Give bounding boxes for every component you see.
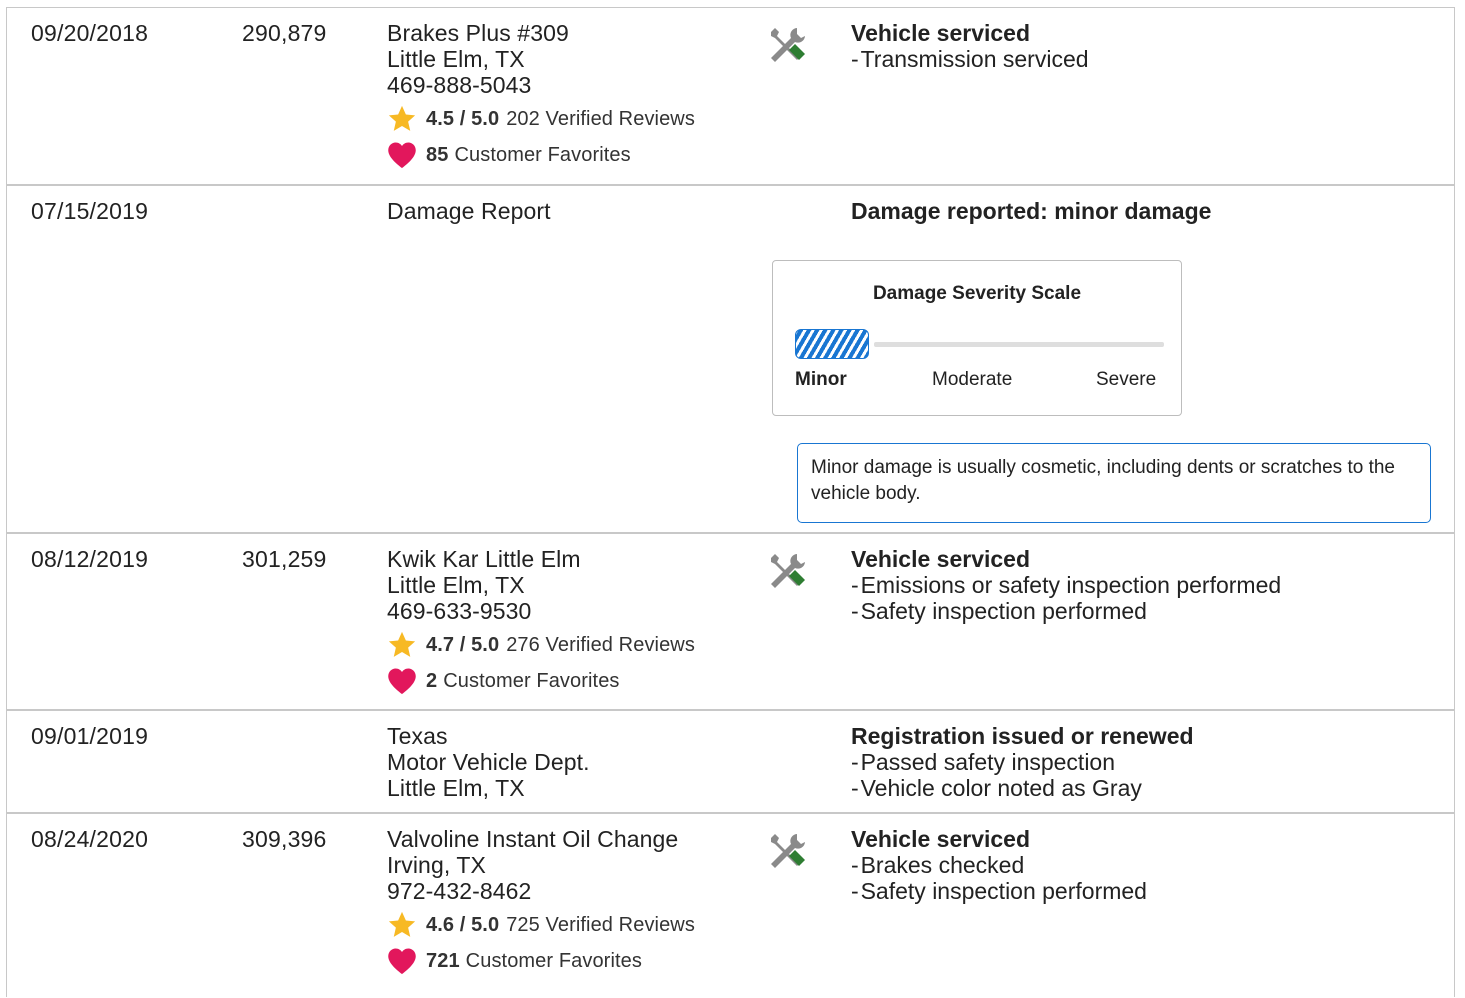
favorites-count: 85 <box>426 144 449 166</box>
record-date: 08/12/2019 <box>31 546 149 572</box>
record-source: Kwik Kar Little Elm Little Elm, TX 469-6… <box>387 546 695 696</box>
source-phone[interactable]: 469-888-5043 <box>387 72 695 98</box>
damage-info-box: Minor damage is usually cosmetic, includ… <box>797 443 1431 523</box>
damage-severity-scale: Damage Severity Scale Minor Moderate Sev… <box>772 260 1182 416</box>
star-icon <box>388 105 416 131</box>
source-location: Little Elm, TX <box>387 46 525 72</box>
star-icon <box>388 911 416 937</box>
history-row: 09/01/2019 Texas Motor Vehicle Dept. Lit… <box>7 711 1454 814</box>
source-location: Irving, TX <box>387 852 486 878</box>
record-details: Vehicle serviced - Emissions or safety i… <box>851 546 1281 624</box>
service-tools-icon <box>771 28 805 62</box>
record-source: Damage Report <box>387 198 551 224</box>
source-name[interactable]: Valvoline Instant Oil Change <box>387 826 695 852</box>
event-item: - Emissions or safety inspection perform… <box>851 572 1282 598</box>
source-phone[interactable]: 469-633-9530 <box>387 598 695 624</box>
customer-favorites[interactable]: 2 Customer Favorites <box>387 666 695 696</box>
source-name[interactable]: Brakes Plus #309 <box>387 20 695 46</box>
scale-track <box>874 342 1164 347</box>
history-row: 09/20/2018 290,879 Brakes Plus #309 Litt… <box>7 8 1454 186</box>
reviews-link[interactable]: 725 Verified Reviews <box>506 912 695 938</box>
shop-rating[interactable]: 4.6 / 5.0 725 Verified Reviews <box>387 910 695 940</box>
record-date: 08/24/2020 <box>31 826 149 852</box>
service-tools-icon <box>771 834 805 868</box>
record-source: Texas Motor Vehicle Dept. Little Elm, TX <box>387 723 590 801</box>
favorites-label: Customer Favorites <box>443 670 620 692</box>
event-item: - Passed safety inspection <box>851 749 1116 775</box>
record-mileage: 309,396 <box>242 826 327 852</box>
customer-favorites[interactable]: 85 Customer Favorites <box>387 140 695 170</box>
record-mileage: 290,879 <box>242 20 327 46</box>
source-location: Little Elm, TX <box>387 572 525 598</box>
source-dept: Motor Vehicle Dept. <box>387 749 590 775</box>
history-row: 08/24/2020 309,396 Valvoline Instant Oil… <box>7 814 1454 998</box>
shop-rating[interactable]: 4.7 / 5.0 276 Verified Reviews <box>387 630 695 660</box>
scale-indicator-minor <box>795 329 869 359</box>
record-mileage: 301,259 <box>242 546 327 572</box>
service-tools-icon <box>771 554 805 588</box>
scale-label-moderate: Moderate <box>932 369 1013 390</box>
reviews-link[interactable]: 276 Verified Reviews <box>506 632 695 658</box>
vehicle-history-table: 09/20/2018 290,879 Brakes Plus #309 Litt… <box>6 7 1455 997</box>
history-row: 08/12/2019 301,259 Kwik Kar Little Elm L… <box>7 534 1454 711</box>
event-title: Registration issued or renewed <box>851 723 1194 749</box>
event-item: - Transmission serviced <box>851 46 1089 72</box>
favorites-count: 2 <box>426 670 438 692</box>
favorites-count: 721 <box>426 950 460 972</box>
scale-label-minor: Minor <box>795 369 847 390</box>
source-name: Texas <box>387 723 448 749</box>
record-source: Valvoline Instant Oil Change Irving, TX … <box>387 826 695 976</box>
heart-icon <box>388 668 416 695</box>
record-details: Damage reported: minor damage <box>851 198 1211 224</box>
history-row: 07/15/2019 Damage Report Damage reported… <box>7 186 1454 534</box>
record-date: 07/15/2019 <box>31 198 149 224</box>
event-title: Damage reported: minor damage <box>851 198 1212 224</box>
scale-title: Damage Severity Scale <box>872 283 1082 304</box>
record-details: Vehicle serviced - Brakes checked - Safe… <box>851 826 1147 904</box>
record-date: 09/01/2019 <box>31 723 149 749</box>
rating-value: 4.6 / 5.0 <box>426 914 500 936</box>
favorites-label: Customer Favorites <box>454 144 631 166</box>
scale-label-severe: Severe <box>1096 369 1157 390</box>
event-title: Vehicle serviced <box>851 20 1031 46</box>
rating-value: 4.5 / 5.0 <box>426 108 500 130</box>
favorites-label: Customer Favorites <box>465 950 642 972</box>
heart-icon <box>388 948 416 975</box>
event-item: - Safety inspection performed <box>851 878 1147 904</box>
event-item: - Safety inspection performed <box>851 598 1147 624</box>
event-title: Vehicle serviced <box>851 546 1031 572</box>
source-phone[interactable]: 972-432-8462 <box>387 878 695 904</box>
record-details: Registration issued or renewed - Passed … <box>851 723 1194 801</box>
source-location: Little Elm, TX <box>387 775 525 801</box>
record-details: Vehicle serviced - Transmission serviced <box>851 20 1089 72</box>
record-source: Brakes Plus #309 Little Elm, TX 469-888-… <box>387 20 695 170</box>
event-item: - Vehicle color noted as Gray <box>851 775 1142 801</box>
customer-favorites[interactable]: 721 Customer Favorites <box>387 946 695 976</box>
record-date: 09/20/2018 <box>31 20 149 46</box>
event-title: Vehicle serviced <box>851 826 1031 852</box>
source-name: Damage Report <box>387 198 551 224</box>
event-item: - Brakes checked <box>851 852 1025 878</box>
star-icon <box>388 631 416 657</box>
reviews-link[interactable]: 202 Verified Reviews <box>506 106 695 132</box>
heart-icon <box>388 142 416 169</box>
shop-rating[interactable]: 4.5 / 5.0 202 Verified Reviews <box>387 104 695 134</box>
rating-value: 4.7 / 5.0 <box>426 634 500 656</box>
source-name[interactable]: Kwik Kar Little Elm <box>387 546 695 572</box>
